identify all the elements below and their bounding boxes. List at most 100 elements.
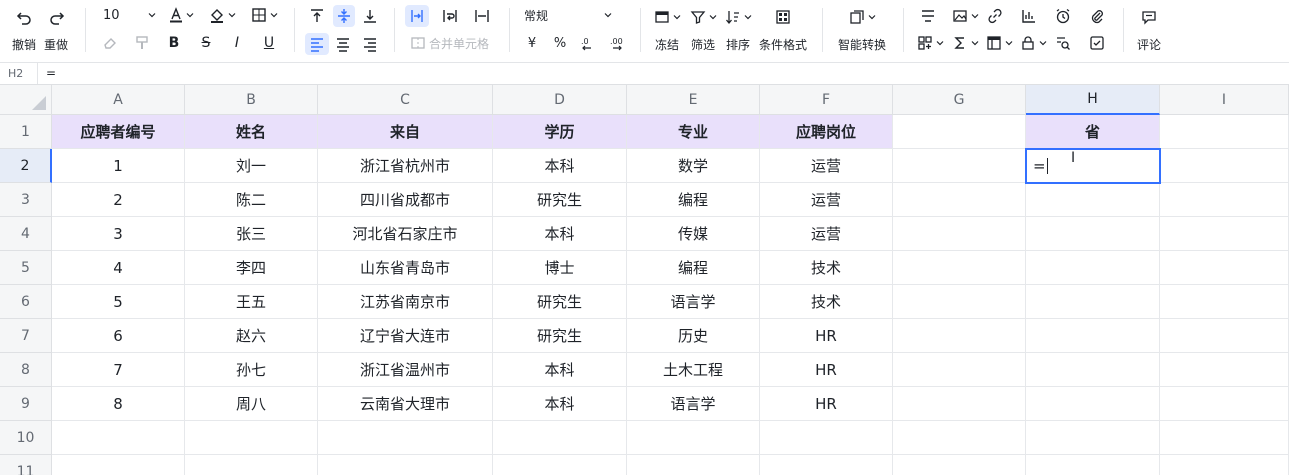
cell-h10[interactable] [1026,421,1160,455]
cell-c10[interactable] [318,421,493,455]
sum-button[interactable] [951,34,979,52]
cell-i9[interactable] [1160,387,1289,421]
align-right-button[interactable] [360,34,380,54]
insert-component-button[interactable] [916,34,944,52]
smart-convert-label[interactable]: 智能转换 [838,36,886,53]
align-middle-button[interactable] [333,5,355,27]
underline-button[interactable]: U [259,34,279,52]
cell-a2[interactable]: 1 [52,149,185,183]
cell-h7[interactable] [1026,319,1160,353]
cell-d4[interactable]: 本科 [493,217,627,251]
insert-link-button[interactable] [985,7,1005,25]
cell-f11[interactable] [760,455,893,475]
cell-f8[interactable]: HR [760,353,893,387]
cell-b6[interactable]: 王五 [185,285,318,319]
truncate-button[interactable] [472,6,492,26]
cell-d7[interactable]: 研究生 [493,319,627,353]
column-header-d[interactable]: D [493,85,627,115]
pivot-table-button[interactable] [985,34,1013,52]
row-header-2[interactable]: 2 [0,149,52,183]
active-cell-editor[interactable]: = I [1025,148,1161,184]
cell-a4[interactable]: 3 [52,217,185,251]
cell-e10[interactable] [627,421,760,455]
cell-g11[interactable] [893,455,1026,475]
column-header-b[interactable]: B [185,85,318,115]
undo-button[interactable] [14,8,34,28]
insert-chart-button[interactable] [1019,7,1039,25]
cell-e6[interactable]: 语言学 [627,285,760,319]
cell-i11[interactable] [1160,455,1289,475]
align-bottom-button[interactable] [360,6,380,26]
bold-button[interactable]: B [164,34,184,52]
strikethrough-button[interactable]: S [196,34,216,52]
cell-h4[interactable] [1026,217,1160,251]
formula-input[interactable]: = [46,63,56,84]
cell-b5[interactable]: 李四 [185,251,318,285]
freeze-button[interactable] [653,8,681,26]
cell-b2[interactable]: 刘一 [185,149,318,183]
cell-e11[interactable] [627,455,760,475]
comment-label[interactable]: 评论 [1137,36,1161,53]
cell-c3[interactable]: 四川省成都市 [318,183,493,217]
border-button[interactable] [249,6,279,24]
cell-e7[interactable]: 历史 [627,319,760,353]
column-header-h[interactable]: H [1026,85,1160,115]
cell-c2[interactable]: 浙江省杭州市 [318,149,493,183]
comment-button[interactable] [1139,8,1159,26]
sort-button[interactable] [724,8,752,26]
fill-color-button[interactable] [207,6,237,24]
cell-g7[interactable] [893,319,1026,353]
cell-g9[interactable] [893,387,1026,421]
cell-b4[interactable]: 张三 [185,217,318,251]
align-top-button[interactable] [307,6,327,26]
cell-b9[interactable]: 周八 [185,387,318,421]
clear-format-button[interactable] [100,34,120,52]
cell-f1[interactable]: 应聘岗位 [760,115,893,149]
cell-g10[interactable] [893,421,1026,455]
cell-g6[interactable] [893,285,1026,319]
cell-e3[interactable]: 编程 [627,183,760,217]
format-painter-button[interactable] [132,34,152,52]
row-header-1[interactable]: 1 [0,115,52,149]
row-header-5[interactable]: 5 [0,251,52,285]
column-header-a[interactable]: A [52,85,185,115]
cell-d5[interactable]: 博士 [493,251,627,285]
cell-h11[interactable] [1026,455,1160,475]
wrap-text-button[interactable] [440,6,460,26]
cell-c9[interactable]: 云南省大理市 [318,387,493,421]
align-left-button[interactable] [305,33,329,55]
cell-a7[interactable]: 6 [52,319,185,353]
cell-f5[interactable]: 技术 [760,251,893,285]
cell-d3[interactable]: 研究生 [493,183,627,217]
column-header-c[interactable]: C [318,85,493,115]
row-header-6[interactable]: 6 [0,285,52,319]
insert-image-button[interactable] [951,7,979,25]
cell-g3[interactable] [893,183,1026,217]
row-header-7[interactable]: 7 [0,319,52,353]
cell-h8[interactable] [1026,353,1160,387]
cell-d9[interactable]: 本科 [493,387,627,421]
row-header-9[interactable]: 9 [0,387,52,421]
cell-f3[interactable]: 运营 [760,183,893,217]
cell-e8[interactable]: 土木工程 [627,353,760,387]
cell-i6[interactable] [1160,285,1289,319]
align-center-button[interactable] [333,34,353,54]
cell-e9[interactable]: 语言学 [627,387,760,421]
cell-e5[interactable]: 编程 [627,251,760,285]
cell-a6[interactable]: 5 [52,285,185,319]
cell-a9[interactable]: 8 [52,387,185,421]
cell-f10[interactable] [760,421,893,455]
column-header-e[interactable]: E [627,85,760,115]
cell-d1[interactable]: 学历 [493,115,627,149]
number-format-select[interactable]: 常规 [524,6,626,24]
cell-i3[interactable] [1160,183,1289,217]
cell-b8[interactable]: 孙七 [185,353,318,387]
cell-i4[interactable] [1160,217,1289,251]
filter-button[interactable] [689,8,717,26]
cell-h9[interactable] [1026,387,1160,421]
increase-decimal-button[interactable]: .00 [606,34,628,52]
row-header-4[interactable]: 4 [0,217,52,251]
italic-button[interactable]: I [227,34,247,52]
cell-d11[interactable] [493,455,627,475]
freeze-label[interactable]: 冻结 [655,36,679,53]
